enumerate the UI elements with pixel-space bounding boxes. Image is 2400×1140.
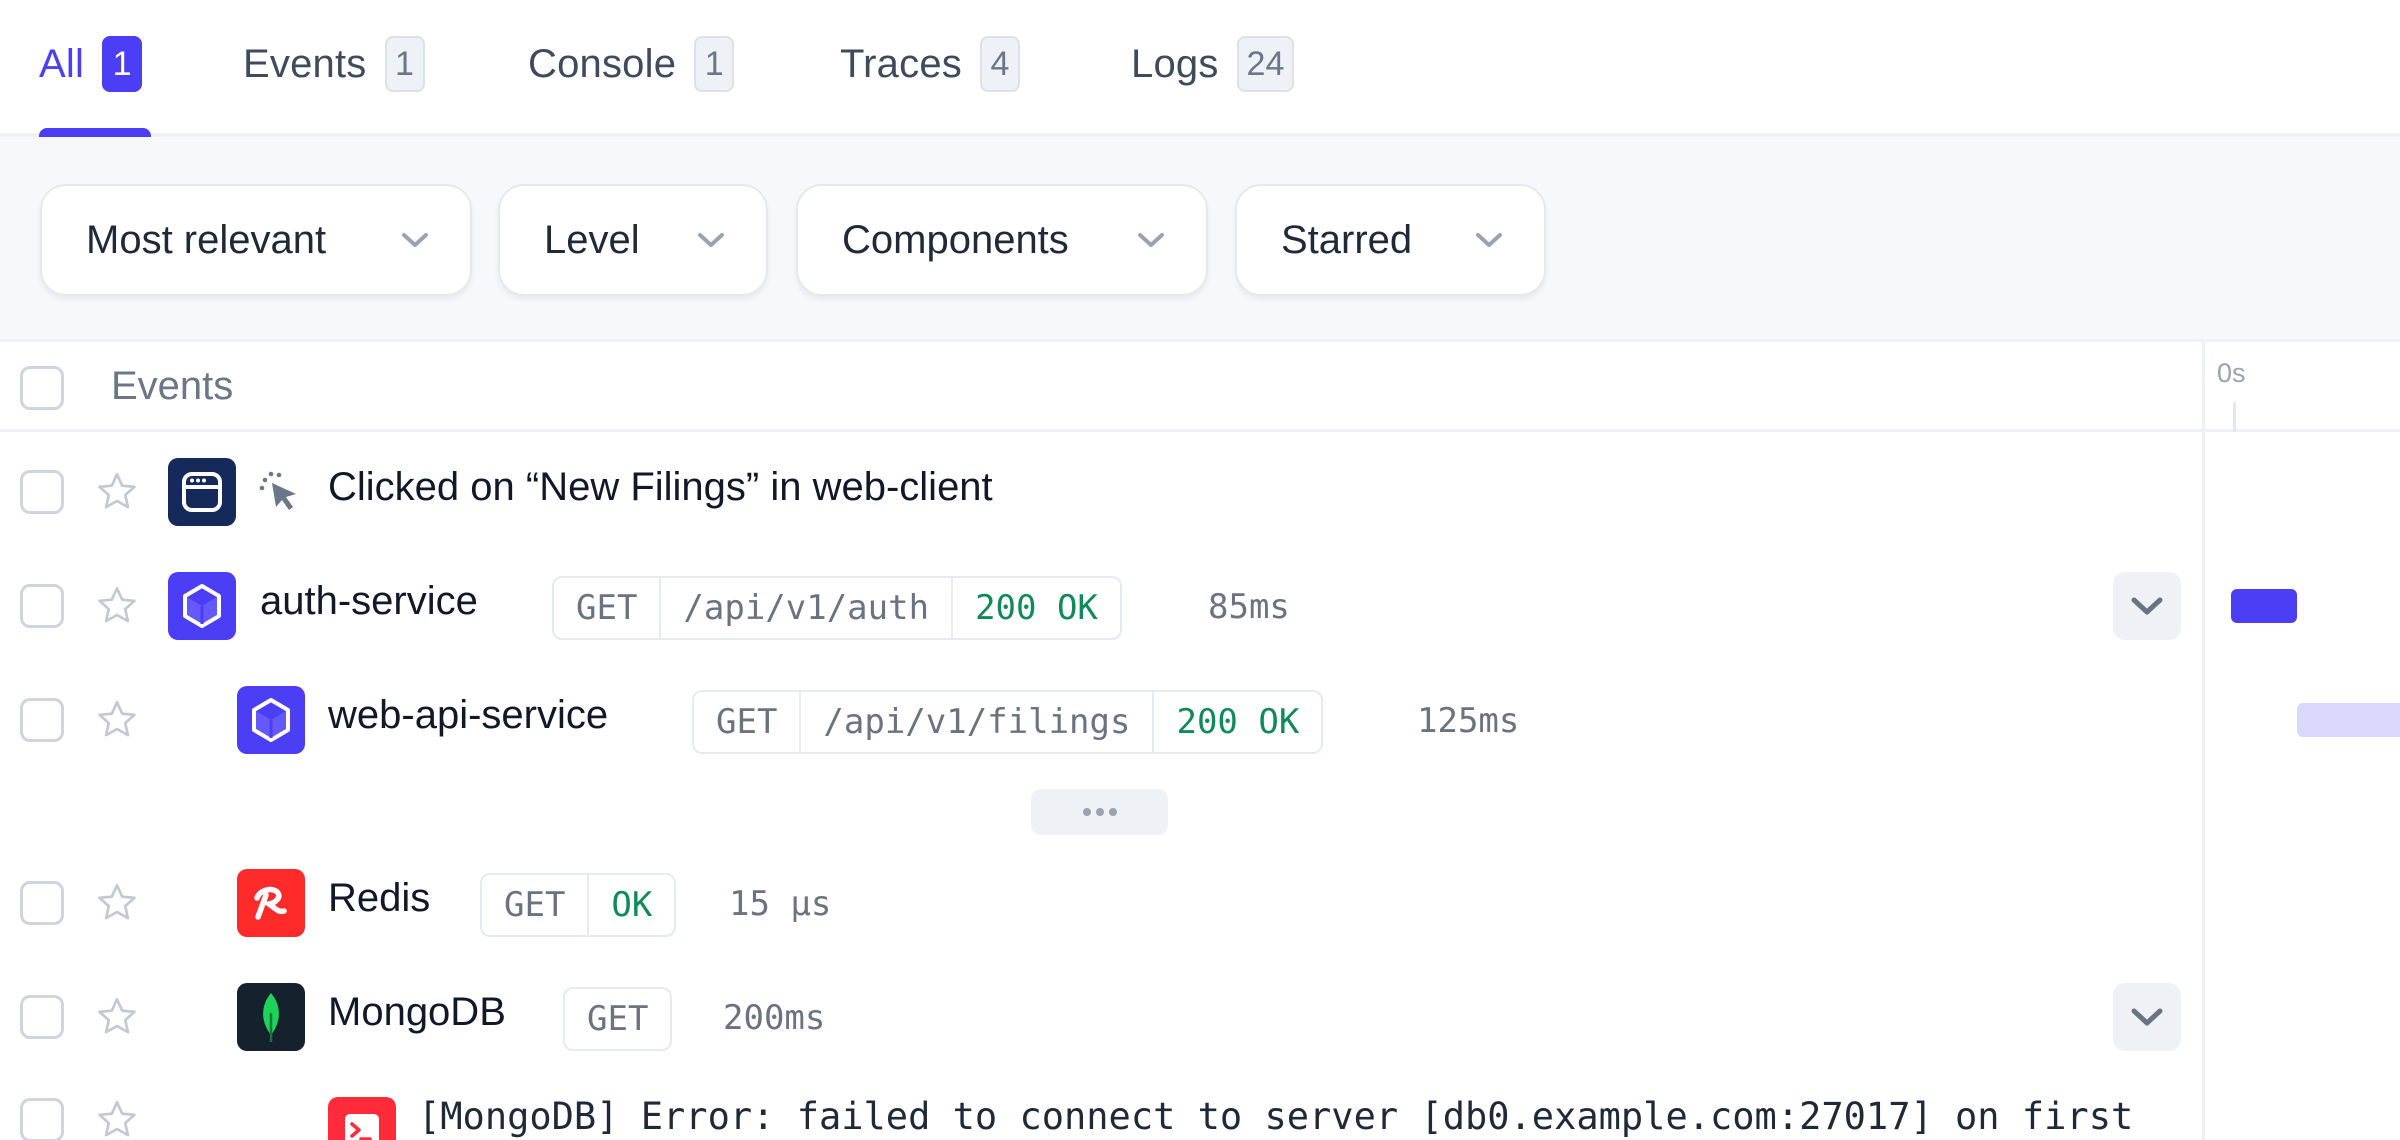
- trace-row[interactable]: Redis GET OK 15 µs: [0, 846, 2203, 960]
- tab-count-badge: 1: [102, 36, 143, 92]
- trace-row[interactable]: web-api-service GET /api/v1/filings 200 …: [0, 663, 2203, 777]
- tab-logs[interactable]: Logs 24: [1131, 36, 1295, 92]
- filter-bar: Most relevant Level Components Starred: [0, 137, 2400, 342]
- tab-count-badge: 4: [979, 36, 1020, 92]
- row-checkbox[interactable]: [20, 995, 64, 1039]
- chevron-down-icon: [1136, 231, 1166, 249]
- status-badge: 200 OK: [1152, 692, 1321, 752]
- show-more-spans-button[interactable]: [1031, 789, 1168, 835]
- tab-label: Console: [528, 41, 677, 86]
- star-icon[interactable]: [94, 469, 140, 515]
- tab-bar: All 1 Events 1 Console 1 Traces 4 Logs 2…: [0, 0, 2400, 138]
- tab-label: All: [39, 41, 85, 86]
- select-all-checkbox[interactable]: [20, 366, 64, 410]
- service-name: MongoDB: [328, 990, 506, 1034]
- expand-button[interactable]: [2113, 983, 2181, 1051]
- db-operation: GET: [587, 999, 649, 1039]
- timeline-tick: [2233, 402, 2236, 432]
- duration: 85ms: [1208, 587, 1290, 627]
- tab-events[interactable]: Events 1: [243, 36, 425, 92]
- tab-count-badge: 24: [1236, 36, 1295, 92]
- ellipsis-dot: [1108, 808, 1117, 816]
- service-cube-icon: [168, 572, 236, 640]
- event-row[interactable]: Clicked on “New Filings” in web-client: [0, 435, 2203, 549]
- request-summary: GET OK: [480, 873, 677, 937]
- tab-label: Traces: [840, 41, 962, 86]
- request-path: /api/v1/filings: [799, 692, 1152, 752]
- row-checkbox[interactable]: [20, 1098, 64, 1140]
- dropdown-label: Most relevant: [86, 217, 327, 262]
- components-dropdown[interactable]: Components: [796, 184, 1208, 296]
- trace-row[interactable]: MongoDB GET 200ms: [0, 960, 2203, 1074]
- row-checkbox[interactable]: [20, 881, 64, 925]
- request-summary: GET /api/v1/filings 200 OK: [692, 690, 1324, 754]
- tab-count-badge: 1: [694, 36, 735, 92]
- row-checkbox[interactable]: [20, 584, 64, 628]
- duration: 200ms: [723, 998, 826, 1038]
- row-checkbox[interactable]: [20, 698, 64, 742]
- tab-traces[interactable]: Traces 4: [840, 36, 1020, 92]
- service-cube-icon: [237, 686, 305, 754]
- chevron-down-icon: [1474, 231, 1504, 249]
- duration: 15 µs: [729, 884, 832, 924]
- dropdown-label: Starred: [1281, 217, 1413, 262]
- tab-count-badge: 1: [384, 36, 425, 92]
- duration: 125ms: [1417, 701, 1520, 741]
- http-method: GET: [716, 702, 778, 742]
- timeline-bar-web-api-service[interactable]: [2297, 703, 2400, 737]
- expand-button[interactable]: [2113, 572, 2181, 640]
- timeline-bar-auth-service[interactable]: [2231, 589, 2297, 623]
- star-icon[interactable]: [94, 697, 140, 743]
- service-name: web-api-service: [328, 693, 609, 737]
- ellipsis-dot: [1095, 808, 1104, 816]
- redis-command: GET: [504, 885, 566, 925]
- star-icon[interactable]: [94, 994, 140, 1040]
- mongodb-leaf-icon: [237, 983, 305, 1051]
- dropdown-label: Components: [842, 217, 1069, 262]
- request-path: /api/v1/auth: [659, 578, 951, 638]
- star-icon[interactable]: [94, 1097, 140, 1140]
- events-column-header: Events: [111, 364, 234, 408]
- log-row[interactable]: [MongoDB] Error: failed to connect to se…: [0, 1063, 2203, 1140]
- events-table-header: Events: [0, 342, 2203, 432]
- trace-row[interactable]: auth-service GET /api/v1/auth 200 OK 85m…: [0, 549, 2203, 663]
- chevron-down-icon: [696, 231, 726, 249]
- timeline-start-label: 0s: [2217, 358, 2246, 388]
- dropdown-label: Level: [544, 217, 640, 262]
- tab-all[interactable]: All 1: [39, 36, 143, 92]
- star-icon[interactable]: [94, 880, 140, 926]
- timeline-header: 0s: [2205, 342, 2400, 432]
- service-name: Redis: [328, 876, 431, 920]
- http-method: GET: [576, 588, 638, 628]
- ellipsis-icon: [1082, 808, 1091, 816]
- event-description: Clicked on “New Filings” in web-client: [328, 465, 993, 509]
- tab-label: Events: [243, 41, 367, 86]
- chevron-down-icon: [400, 231, 430, 249]
- request-summary: GET /api/v1/auth 200 OK: [552, 576, 1122, 640]
- status-badge: OK: [587, 875, 674, 935]
- tab-console[interactable]: Console 1: [528, 36, 735, 92]
- chevron-down-icon: [2131, 1008, 2163, 1026]
- cursor-click-icon: [258, 470, 302, 519]
- row-checkbox[interactable]: [20, 470, 64, 514]
- chevron-down-icon: [2131, 597, 2163, 615]
- status-badge: 200 OK: [951, 578, 1120, 638]
- star-icon[interactable]: [94, 583, 140, 629]
- terminal-icon: [328, 1097, 396, 1140]
- log-message: [MongoDB] Error: failed to connect to se…: [418, 1095, 2134, 1138]
- redis-icon: [237, 869, 305, 937]
- starred-dropdown[interactable]: Starred: [1235, 184, 1546, 296]
- level-dropdown[interactable]: Level: [498, 184, 768, 296]
- browser-window-icon: [168, 458, 236, 526]
- service-name: auth-service: [260, 579, 478, 623]
- request-summary: GET: [563, 987, 673, 1051]
- tab-label: Logs: [1131, 41, 1219, 86]
- sort-dropdown[interactable]: Most relevant: [40, 184, 472, 296]
